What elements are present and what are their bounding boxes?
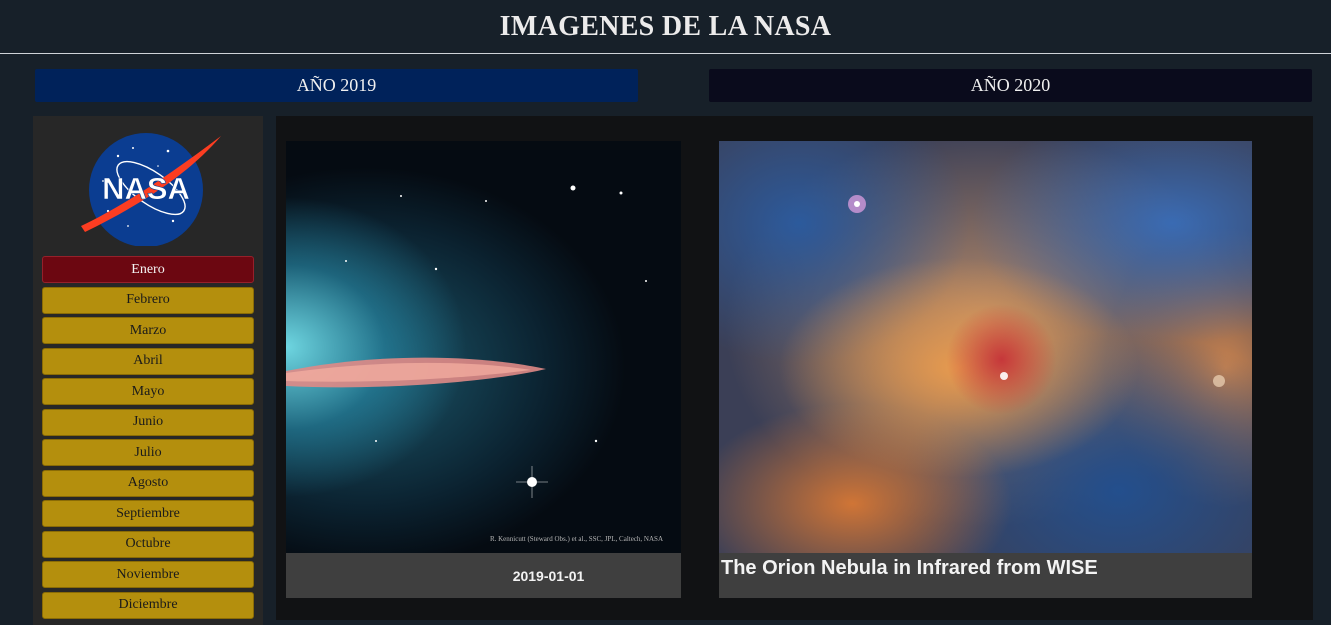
image-title: The Orion Nebula in Infrared from WISE bbox=[721, 557, 1098, 579]
month-button-diciembre[interactable]: Diciembre bbox=[42, 591, 254, 619]
nebula-drawing bbox=[848, 195, 1225, 387]
nebula-image bbox=[719, 141, 1252, 553]
month-button-agosto[interactable]: Agosto bbox=[42, 469, 254, 497]
year-2020-button[interactable]: AÑO 2020 bbox=[709, 69, 1312, 102]
month-button-febrero[interactable]: Febrero bbox=[42, 286, 254, 314]
galaxy-image: R. Kennicutt (Steward Obs.) et al., SSC,… bbox=[286, 141, 681, 553]
month-button-junio[interactable]: Junio bbox=[42, 408, 254, 436]
image-card[interactable]: The Orion Nebula in Infrared from WISE bbox=[719, 141, 1252, 598]
image-card[interactable]: R. Kennicutt (Steward Obs.) et al., SSC,… bbox=[286, 141, 681, 598]
year-2019-button[interactable]: AÑO 2019 bbox=[35, 69, 638, 102]
image-date: 2019-01-01 bbox=[512, 567, 585, 584]
image-credit: R. Kennicutt (Steward Obs.) et al., SSC,… bbox=[489, 535, 663, 543]
galaxy-drawing bbox=[286, 185, 647, 498]
month-button-abril[interactable]: Abril bbox=[42, 347, 254, 375]
gallery: R. Kennicutt (Steward Obs.) et al., SSC,… bbox=[276, 116, 1313, 620]
month-button-septiembre[interactable]: Septiembre bbox=[42, 500, 254, 527]
sidebar: NASA Enero Febrero Marzo Abril Mayo Junio Juli… bbox=[33, 116, 263, 625]
svg-text:NASA: NASA bbox=[102, 171, 190, 206]
month-button-noviembre[interactable]: Noviembre bbox=[42, 561, 254, 588]
month-button-enero[interactable]: Enero bbox=[42, 256, 254, 283]
month-button-octubre[interactable]: Octubre bbox=[42, 530, 254, 558]
month-button-mayo[interactable]: Mayo bbox=[42, 378, 254, 405]
month-list: Enero Febrero Marzo Abril Mayo Junio Julio Agos… bbox=[33, 256, 263, 619]
nasa-logo: NASA bbox=[81, 133, 221, 246]
page-header: IMAGENES DE LA NASA bbox=[0, 0, 1331, 54]
logo-area: NASA bbox=[33, 116, 263, 256]
month-button-julio[interactable]: Julio bbox=[42, 439, 254, 466]
page-title: IMAGENES DE LA NASA bbox=[499, 10, 832, 42]
month-button-marzo[interactable]: Marzo bbox=[42, 317, 254, 344]
